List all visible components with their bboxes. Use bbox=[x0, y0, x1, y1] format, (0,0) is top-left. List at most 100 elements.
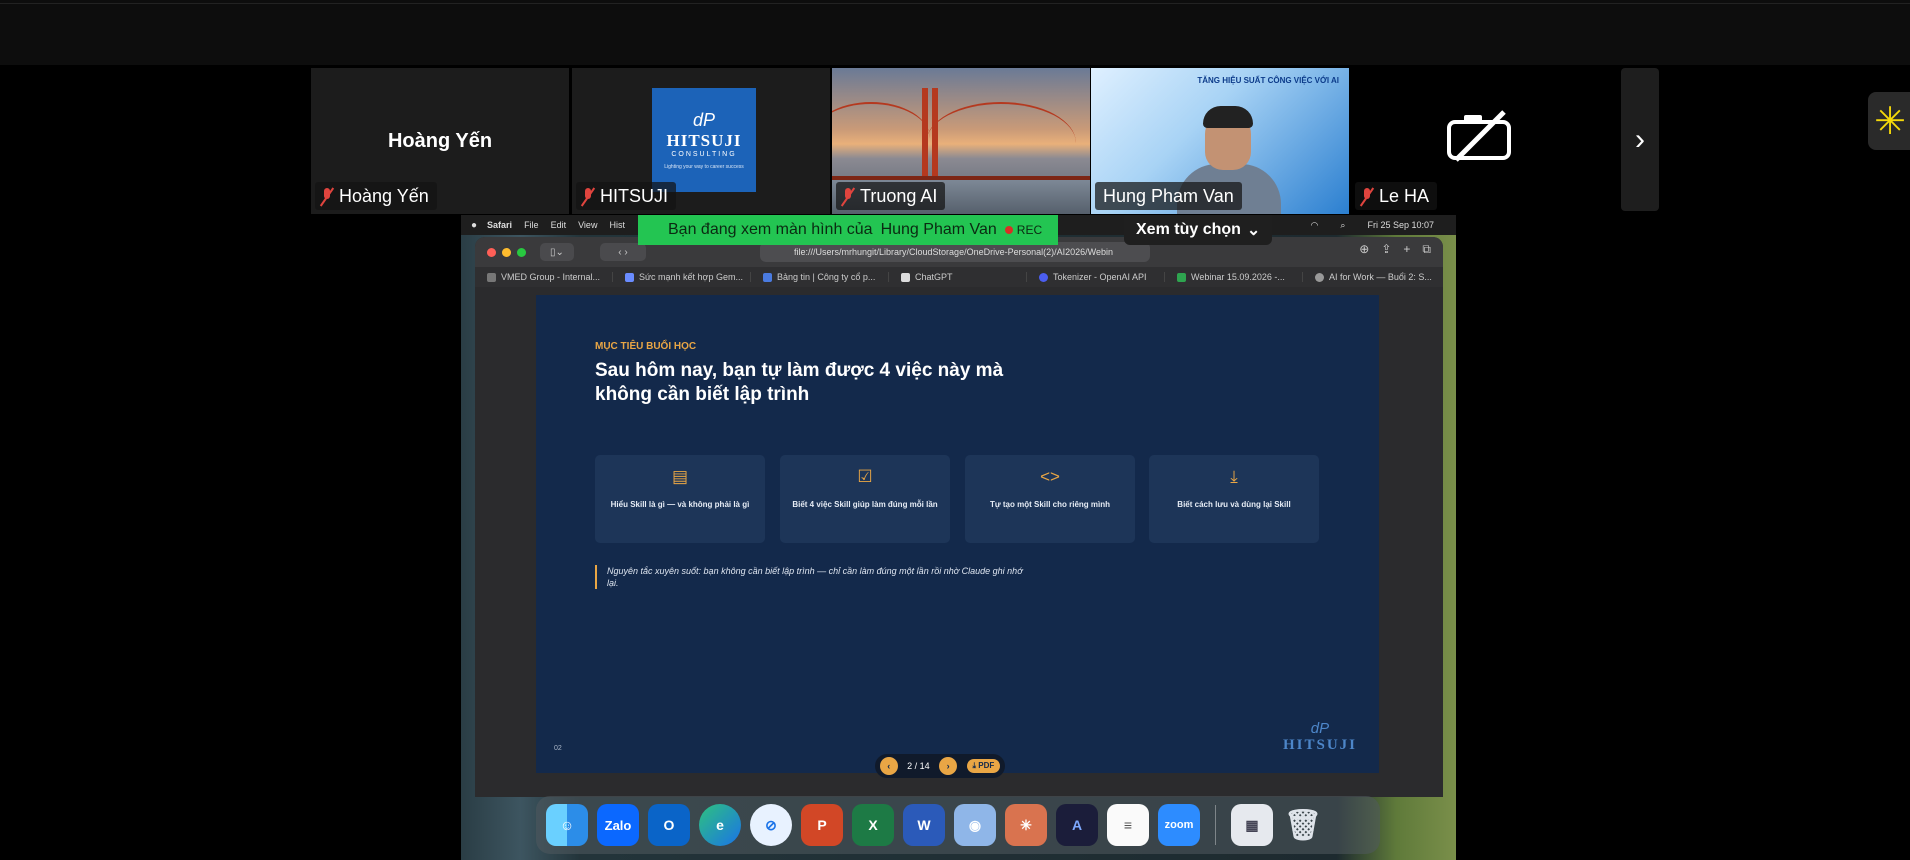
menu-clock: Fri 25 Sep 10:07 bbox=[1367, 220, 1434, 230]
tab-label: Sức mạnh kết hợp Gem... bbox=[639, 272, 743, 282]
menu-view[interactable]: View bbox=[578, 220, 597, 230]
menu-app[interactable]: Safari bbox=[487, 220, 512, 230]
screen-share-banner: Bạn đang xem màn hình của Hung Pham Van … bbox=[638, 215, 1059, 245]
textedit-icon[interactable]: ≡ bbox=[1107, 804, 1149, 846]
goal-card: ⤓ Biết cách lưu và dùng lại Skill bbox=[1149, 455, 1319, 543]
camera-off-icon bbox=[1447, 110, 1511, 162]
menu-history[interactable]: Hist bbox=[609, 220, 625, 230]
logo-sub: CONSULTING bbox=[671, 151, 737, 158]
browser-tab[interactable]: ChatGPT bbox=[889, 272, 1027, 282]
powerpoint-icon[interactable]: P bbox=[801, 804, 843, 846]
bridge-cable bbox=[926, 102, 1076, 184]
zoom-window-button[interactable] bbox=[517, 247, 526, 257]
favicon-icon bbox=[487, 272, 496, 282]
browser-tab[interactable]: Bảng tin | Công ty cổ p... bbox=[751, 272, 889, 282]
goal-card-text: Tự tạo một Skill cho riêng mình bbox=[989, 500, 1111, 509]
participant-tile-truong-ai[interactable]: Truong AI bbox=[832, 68, 1090, 214]
browser-tab-active[interactable]: AI for Work — Buổi 2: S... bbox=[1303, 272, 1441, 282]
browser-tab[interactable]: Webinar 15.09.2026 -... bbox=[1165, 272, 1303, 282]
participant-name: Truong AI bbox=[860, 185, 938, 206]
sidebar-toggle-button[interactable]: ▯⌄ bbox=[540, 243, 574, 261]
finder-icon[interactable]: ☺ bbox=[546, 804, 588, 846]
claude-icon[interactable]: ✳ bbox=[1005, 804, 1047, 846]
zoom-app-icon[interactable]: zoom bbox=[1158, 804, 1200, 846]
affinity-icon[interactable]: A bbox=[1056, 804, 1098, 846]
address-bar[interactable]: file:///Users/mrhungit/Library/CloudStor… bbox=[760, 242, 1150, 262]
favicon-icon bbox=[1177, 272, 1186, 282]
participant-display-name: Hoàng Yến bbox=[387, 130, 493, 152]
slide-counter: 2 / 14 bbox=[907, 761, 930, 771]
back-forward-buttons[interactable]: ‹ › bbox=[600, 243, 646, 261]
menu-edit[interactable]: Edit bbox=[551, 220, 567, 230]
preview-icon[interactable]: ◉ bbox=[954, 804, 996, 846]
close-window-button[interactable] bbox=[487, 247, 496, 257]
new-tab-icon[interactable]: + bbox=[1403, 242, 1410, 257]
dock-separator bbox=[1215, 805, 1216, 845]
participant-name: Hung Pham Van bbox=[1103, 185, 1234, 206]
checkbox-icon: ☑ bbox=[857, 467, 873, 486]
chevron-right-icon: › bbox=[1635, 122, 1645, 156]
gallery-next-button[interactable]: › bbox=[1621, 68, 1659, 211]
wifi-icon: ◠ bbox=[1310, 219, 1319, 230]
prev-slide-button[interactable]: ‹ bbox=[879, 757, 898, 775]
share-icon[interactable]: ⇪ bbox=[1381, 242, 1391, 257]
code-icon: <> bbox=[1040, 467, 1060, 486]
share-host-name: Hung Pham Van bbox=[880, 221, 997, 238]
participant-nametag: Le HA bbox=[1355, 182, 1438, 210]
participant-name: Hoàng Yến bbox=[339, 185, 429, 206]
edge-icon[interactable]: e bbox=[699, 804, 741, 846]
participant-name: HITSUJI bbox=[600, 185, 669, 206]
pdf-export-button[interactable]: ⤓ PDF bbox=[966, 759, 1001, 773]
goal-card: ☑ Biết 4 việc Skill giúp làm đúng mỗi lầ… bbox=[780, 455, 950, 543]
apple-icon: ● bbox=[471, 219, 478, 231]
favicon-icon bbox=[625, 272, 634, 282]
search-icon: ⌕ bbox=[1340, 219, 1346, 230]
divider bbox=[0, 3, 1910, 4]
sidebar-icon: ▯⌄ bbox=[550, 246, 564, 258]
favicon-icon bbox=[1315, 272, 1324, 282]
pdf-label: PDF bbox=[978, 761, 995, 770]
mic-muted-icon bbox=[840, 186, 856, 206]
participant-nametag: Hoàng Yến bbox=[315, 182, 437, 210]
trash-icon[interactable]: 🗑 bbox=[1282, 804, 1324, 846]
participant-tile-hung-pham-van[interactable]: TĂNG HIỆU SUẤT CÔNG VIỆC VỚI AI Hung Pha… bbox=[1091, 68, 1349, 214]
favicon-icon bbox=[763, 272, 772, 282]
participant-tile-hoang-yen[interactable]: Hoàng Yến Hoàng Yến bbox=[311, 68, 569, 214]
chevron-down-icon: ⌄ bbox=[1246, 222, 1261, 239]
goal-card-text: Biết 4 việc Skill giúp làm đúng mỗi lần bbox=[792, 500, 938, 509]
tab-label: VMED Group - Internal... bbox=[501, 272, 601, 282]
bridge-tower bbox=[932, 88, 938, 180]
toolbar-actions: ⊕ ⇪ + ⧉ bbox=[1359, 242, 1431, 257]
apps-button[interactable]: ✳ bbox=[1868, 92, 1910, 150]
zalo-icon[interactable]: Zalo bbox=[597, 804, 639, 846]
word-icon[interactable]: W bbox=[903, 804, 945, 846]
document-icon: ▤ bbox=[671, 467, 689, 486]
mic-muted-icon bbox=[319, 186, 335, 206]
participant-tile-hitsuji[interactable]: dP HITSUJI CONSULTING Lighting your way … bbox=[572, 68, 830, 214]
files-stack-icon[interactable]: ▦ bbox=[1231, 804, 1273, 846]
participant-tile-le-ha[interactable]: Le HA bbox=[1351, 68, 1613, 214]
slide-logo-brand: HITSUJI bbox=[1282, 737, 1357, 753]
tab-overview-icon[interactable]: ⧉ bbox=[1422, 242, 1431, 257]
tab-label: ChatGPT bbox=[915, 272, 953, 282]
outlook-icon[interactable]: O bbox=[648, 804, 690, 846]
presentation-slide: MỤC TIÊU BUỔI HỌC Sau hôm nay, bạn tự là… bbox=[536, 295, 1379, 773]
next-slide-button[interactable]: › bbox=[939, 757, 958, 775]
menu-file[interactable]: File bbox=[524, 220, 539, 230]
goal-card-text: Hiểu Skill là gì — và không phải là gì bbox=[610, 500, 750, 509]
safari-icon[interactable]: ⊘ bbox=[750, 804, 792, 846]
participant-name: Le HA bbox=[1379, 185, 1430, 206]
browser-tab[interactable]: VMED Group - Internal... bbox=[475, 272, 613, 282]
minimize-window-button[interactable] bbox=[502, 247, 511, 257]
excel-icon[interactable]: X bbox=[852, 804, 894, 846]
record-dot-icon bbox=[1004, 226, 1013, 234]
hitsuji-logo: dP HITSUJI CONSULTING Lighting your way … bbox=[652, 88, 756, 192]
view-options-button[interactable]: Xem tùy chọn ⌄ bbox=[1124, 215, 1273, 245]
principle-quote: Nguyên tắc xuyên suốt: bạn không cần biế… bbox=[595, 565, 1027, 589]
browser-tab[interactable]: Sức mạnh kết hợp Gem... bbox=[613, 272, 751, 282]
browser-tab[interactable]: Tokenizer - OpenAI API bbox=[1027, 272, 1165, 282]
mac-dock: ☺ Zalo O e ⊘ P X W ◉ ✳ A ≡ zoom ▦ 🗑 bbox=[536, 796, 1380, 854]
download-icon[interactable]: ⊕ bbox=[1359, 242, 1369, 257]
favicon-icon bbox=[901, 272, 910, 282]
logo-brand: HITSUJI bbox=[666, 131, 742, 150]
